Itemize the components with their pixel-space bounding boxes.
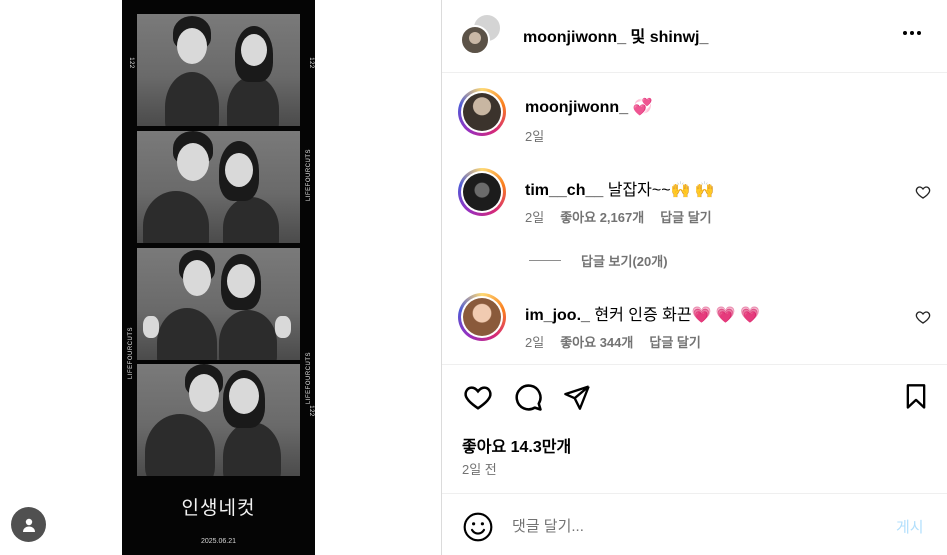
comment-text: tim__ch__ 날잡자~~🙌 🙌 xyxy=(525,176,715,200)
send-icon xyxy=(564,385,590,410)
comment-icon xyxy=(515,384,542,411)
collab-avatars[interactable] xyxy=(460,13,504,57)
comment-time: 2일 xyxy=(525,210,545,225)
comment-item: im_joo._ 현커 인증 화끈💗 💗 💗 2일 좋아요 344개 답글 달기 xyxy=(442,293,947,353)
comment-input[interactable] xyxy=(512,514,882,538)
comment-username[interactable]: im_joo._ xyxy=(525,307,590,324)
photo-frame xyxy=(137,248,300,360)
comment-body: 현커 인증 화끈💗 💗 💗 xyxy=(594,307,761,324)
strip-brand: LIFEFOURCUTS xyxy=(128,326,135,380)
section-divider xyxy=(442,493,947,494)
post-media: 122 122 LIFEFOURCUTS LIFEFOURCUTS LIFEFO… xyxy=(0,0,441,555)
comment-username[interactable]: tim__ch__ xyxy=(525,182,603,199)
share-button[interactable] xyxy=(561,381,593,413)
avatar[interactable] xyxy=(458,168,506,216)
heart-icon xyxy=(464,386,492,410)
post-authors[interactable]: moonjiwonn_ 및 shinwj_ xyxy=(523,23,708,47)
photo-strip: 122 122 LIFEFOURCUTS LIFEFOURCUTS LIFEFO… xyxy=(122,0,315,555)
comment-time: 2일 xyxy=(525,335,545,350)
reply-divider-line xyxy=(529,260,561,261)
comment-button[interactable] xyxy=(512,381,544,413)
comment-likes[interactable]: 좋아요 344개 xyxy=(560,332,633,351)
comment-meta: 2일 좋아요 344개 답글 달기 xyxy=(525,332,701,351)
photo-frame xyxy=(137,131,300,243)
photo-frame xyxy=(137,364,300,476)
strip-title: 인생네컷 xyxy=(181,497,256,519)
emoji-button[interactable] xyxy=(462,511,494,543)
reply-button[interactable]: 답글 달기 xyxy=(660,207,711,226)
caption-username[interactable]: moonjiwonn_ xyxy=(525,99,628,116)
section-divider xyxy=(442,364,947,365)
bookmark-icon xyxy=(906,384,926,409)
comment-meta: 2일 좋아요 2,167개 답글 달기 xyxy=(525,207,712,226)
strip-number: 122 xyxy=(307,405,314,417)
post-panel: moonjiwonn_ 및 shinwj_ moonjiwonn_ 💞 2일 t… xyxy=(441,0,947,555)
user-icon xyxy=(22,518,35,532)
strip-number: 122 xyxy=(307,57,314,69)
photo-frame xyxy=(137,14,300,126)
strip-brand: LIFEFOURCUTS xyxy=(306,148,313,202)
post-header: moonjiwonn_ 및 shinwj_ xyxy=(442,0,947,73)
comment-item: tim__ch__ 날잡자~~🙌 🙌 2일 좋아요 2,167개 답글 달기 xyxy=(442,168,947,228)
caption-body: 💞 xyxy=(632,99,653,116)
avatar xyxy=(460,25,490,55)
heart-icon[interactable] xyxy=(915,309,931,325)
emoji-icon xyxy=(463,512,493,542)
post-time[interactable]: 2일 전 xyxy=(462,459,497,478)
more-options-button[interactable] xyxy=(898,23,926,43)
like-button[interactable] xyxy=(462,381,494,413)
strip-date: 2025.06.21 xyxy=(200,538,237,545)
avatar[interactable] xyxy=(458,88,506,136)
comment-text: im_joo._ 현커 인증 화끈💗 💗 💗 xyxy=(525,301,760,325)
view-replies-label: 답글 보기(20개) xyxy=(581,254,668,269)
strip-number: 122 xyxy=(127,57,134,69)
avatar[interactable] xyxy=(458,293,506,341)
caption-text: moonjiwonn_ 💞 xyxy=(525,97,652,117)
post-comment-button[interactable]: 게시 xyxy=(896,516,924,537)
reply-button[interactable]: 답글 달기 xyxy=(649,332,700,351)
caption: moonjiwonn_ 💞 2일 xyxy=(442,88,947,148)
save-button[interactable] xyxy=(900,381,932,413)
post-dialog: 122 122 LIFEFOURCUTS LIFEFOURCUTS LIFEFO… xyxy=(0,0,947,555)
comment-body: 날잡자~~🙌 🙌 xyxy=(607,182,715,199)
heart-icon[interactable] xyxy=(915,184,931,200)
account-button[interactable] xyxy=(11,507,46,542)
likes-count[interactable]: 좋아요 14.3만개 xyxy=(462,433,571,457)
more-icon xyxy=(903,31,921,35)
comment-likes[interactable]: 좋아요 2,167개 xyxy=(560,207,644,226)
view-replies-button[interactable]: 답글 보기(20개) xyxy=(529,251,668,270)
caption-time: 2일 xyxy=(525,129,545,144)
strip-brand: LIFEFOURCUTS xyxy=(306,351,313,405)
caption-meta: 2일 xyxy=(525,126,544,145)
